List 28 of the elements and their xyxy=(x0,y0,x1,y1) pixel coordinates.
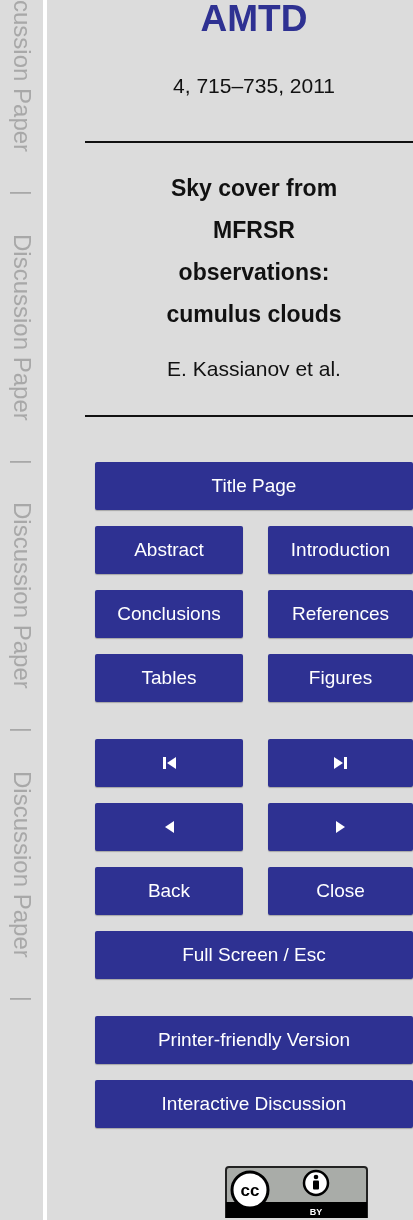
author-text: E. Kassianov et al. xyxy=(167,357,341,381)
nav-button[interactable]: Full Screen / Esc xyxy=(95,931,413,979)
nav-button[interactable]: Abstract xyxy=(95,526,243,574)
nav-button[interactable]: Interactive Discussion xyxy=(95,1080,413,1128)
nav-button[interactable]: Introduction xyxy=(268,526,413,574)
nav-button[interactable]: Close xyxy=(268,867,413,915)
nav-button[interactable]: References xyxy=(268,590,413,638)
separator-text: | xyxy=(10,995,33,1002)
nav-button[interactable] xyxy=(95,803,243,851)
skip-forward-icon xyxy=(334,757,347,769)
nav-button[interactable] xyxy=(268,803,413,851)
separator-text: | xyxy=(10,727,33,733)
nav-button[interactable]: Back xyxy=(95,867,243,915)
nav-button[interactable] xyxy=(268,739,413,787)
nav-button[interactable] xyxy=(95,739,243,787)
nav-button[interactable]: Figures xyxy=(268,654,413,702)
right-triangle-icon xyxy=(334,821,347,833)
citation-text: 4, 715–735, 2011 xyxy=(173,74,335,98)
nav-button[interactable]: Printer-friendly Version xyxy=(95,1016,413,1064)
skip-back-icon xyxy=(162,757,176,769)
separator-text: | xyxy=(10,190,33,196)
journal-name: AMTD xyxy=(200,0,308,37)
nav-button[interactable]: Tables xyxy=(95,654,243,702)
nav-button[interactable]: Title Page xyxy=(95,462,413,510)
license-badge-icon: cc BY xyxy=(225,1166,368,1218)
separator-text: | xyxy=(10,458,33,465)
nav-button[interactable]: Conclusions xyxy=(95,590,243,638)
paper-title: Sky cover from MFRSR observations: cumulus clouds xyxy=(165,174,343,329)
